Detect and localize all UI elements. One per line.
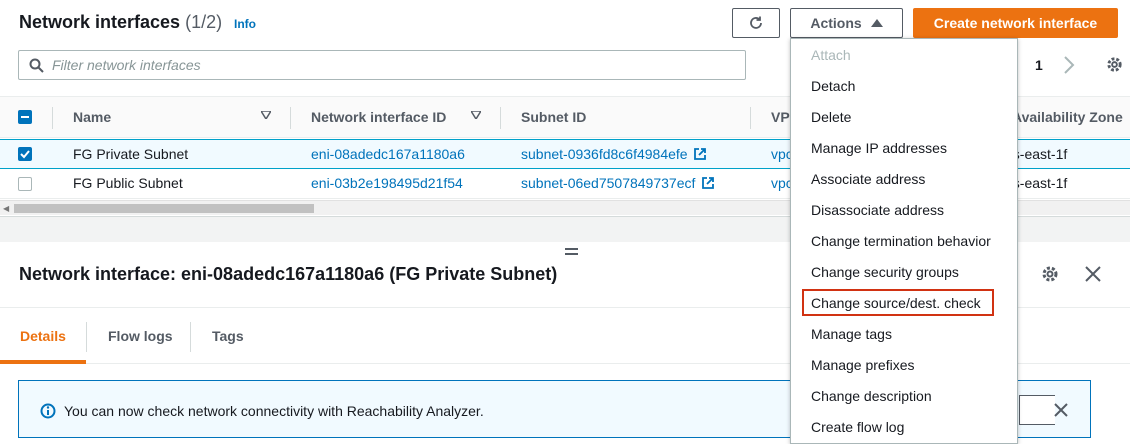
menu-item-security-groups[interactable]: Change security groups bbox=[811, 264, 959, 280]
menu-item-termination-behavior[interactable]: Change termination behavior bbox=[811, 233, 991, 249]
close-icon[interactable] bbox=[1084, 265, 1102, 283]
sort-icon[interactable] bbox=[261, 111, 271, 119]
selection-count: (1/2) bbox=[185, 12, 223, 32]
column-header-eni[interactable]: Network interface ID bbox=[311, 109, 446, 125]
external-link-icon bbox=[702, 177, 715, 189]
tab-tags[interactable]: Tags bbox=[212, 328, 244, 344]
tab-divider bbox=[190, 322, 191, 352]
row-eni-link[interactable]: eni-03b2e198495d21f54 bbox=[311, 175, 463, 191]
select-all-checkbox[interactable] bbox=[18, 110, 32, 124]
menu-item-manage-prefixes[interactable]: Manage prefixes bbox=[811, 357, 915, 373]
banner-action-button[interactable] bbox=[1019, 395, 1055, 425]
column-divider bbox=[750, 107, 751, 129]
gear-icon[interactable] bbox=[1040, 264, 1060, 284]
row-name: FG Private Subnet bbox=[73, 146, 189, 162]
row-checkbox[interactable] bbox=[18, 177, 32, 191]
row-checkbox[interactable] bbox=[18, 147, 32, 161]
scrollbar-thumb[interactable] bbox=[14, 204, 314, 213]
column-header-az[interactable]: Availability Zone bbox=[1012, 109, 1123, 125]
info-icon bbox=[40, 403, 56, 419]
active-tab-indicator bbox=[0, 360, 86, 364]
row-eni-link[interactable]: eni-08adedc167a1180a6 bbox=[311, 146, 465, 162]
refresh-icon bbox=[750, 16, 762, 29]
resize-handle-icon[interactable] bbox=[565, 248, 578, 258]
row-name: FG Public Subnet bbox=[73, 175, 183, 191]
subnet-id: subnet-0936fd8c6f4984efe bbox=[521, 146, 688, 162]
caret-up-icon bbox=[870, 19, 883, 27]
tab-details[interactable]: Details bbox=[20, 328, 66, 344]
info-link[interactable]: Info bbox=[234, 17, 256, 31]
page-title-text: Network interfaces bbox=[19, 12, 181, 32]
chevron-right-icon[interactable] bbox=[1062, 56, 1076, 74]
menu-item-disassociate-address[interactable]: Disassociate address bbox=[811, 202, 944, 218]
refresh-button[interactable] bbox=[732, 8, 780, 38]
column-divider bbox=[52, 107, 53, 129]
filter-search-box bbox=[18, 50, 746, 80]
search-input[interactable] bbox=[52, 57, 712, 73]
page-title: Network interfaces (1/2) bbox=[19, 12, 222, 33]
menu-item-detach[interactable]: Detach bbox=[811, 78, 855, 94]
actions-dropdown-menu: Attach Detach Delete Manage IP addresses… bbox=[790, 38, 1018, 444]
column-divider bbox=[500, 107, 501, 129]
actions-label: Actions bbox=[810, 15, 862, 31]
menu-item-associate-address[interactable]: Associate address bbox=[811, 171, 925, 187]
menu-item-manage-ip[interactable]: Manage IP addresses bbox=[811, 140, 947, 156]
menu-item-delete[interactable]: Delete bbox=[811, 109, 851, 125]
column-header-name[interactable]: Name bbox=[73, 109, 111, 125]
menu-item-attach: Attach bbox=[811, 47, 851, 63]
banner-message: You can now check network connectivity w… bbox=[64, 403, 484, 419]
subnet-id: subnet-06ed7507849737ecf bbox=[521, 175, 696, 191]
page-number[interactable]: 1 bbox=[1035, 57, 1043, 73]
column-divider bbox=[290, 107, 291, 129]
external-link-icon bbox=[694, 148, 707, 160]
close-icon[interactable] bbox=[1053, 402, 1069, 418]
menu-item-create-flow-log[interactable]: Create flow log bbox=[811, 419, 904, 435]
gear-icon[interactable] bbox=[1105, 55, 1124, 74]
create-network-interface-button[interactable]: Create network interface bbox=[913, 8, 1118, 38]
menu-item-manage-tags[interactable]: Manage tags bbox=[811, 326, 892, 342]
actions-button[interactable]: Actions bbox=[790, 8, 903, 38]
checkmark-icon bbox=[20, 150, 30, 159]
search-icon bbox=[29, 58, 44, 73]
details-panel-title: Network interface: eni-08adedc167a1180a6… bbox=[19, 264, 558, 284]
scroll-left-icon[interactable]: ◀ bbox=[3, 204, 9, 213]
column-header-subnet[interactable]: Subnet ID bbox=[521, 109, 586, 125]
menu-item-source-dest-check[interactable]: Change source/dest. check bbox=[811, 295, 981, 311]
row-subnet-link[interactable]: subnet-06ed7507849737ecf bbox=[521, 175, 715, 191]
tab-flow-logs[interactable]: Flow logs bbox=[108, 328, 173, 344]
row-subnet-link[interactable]: subnet-0936fd8c6f4984efe bbox=[521, 146, 707, 162]
tab-divider bbox=[86, 322, 87, 352]
menu-item-change-description[interactable]: Change description bbox=[811, 388, 932, 404]
sort-icon[interactable] bbox=[471, 111, 481, 119]
